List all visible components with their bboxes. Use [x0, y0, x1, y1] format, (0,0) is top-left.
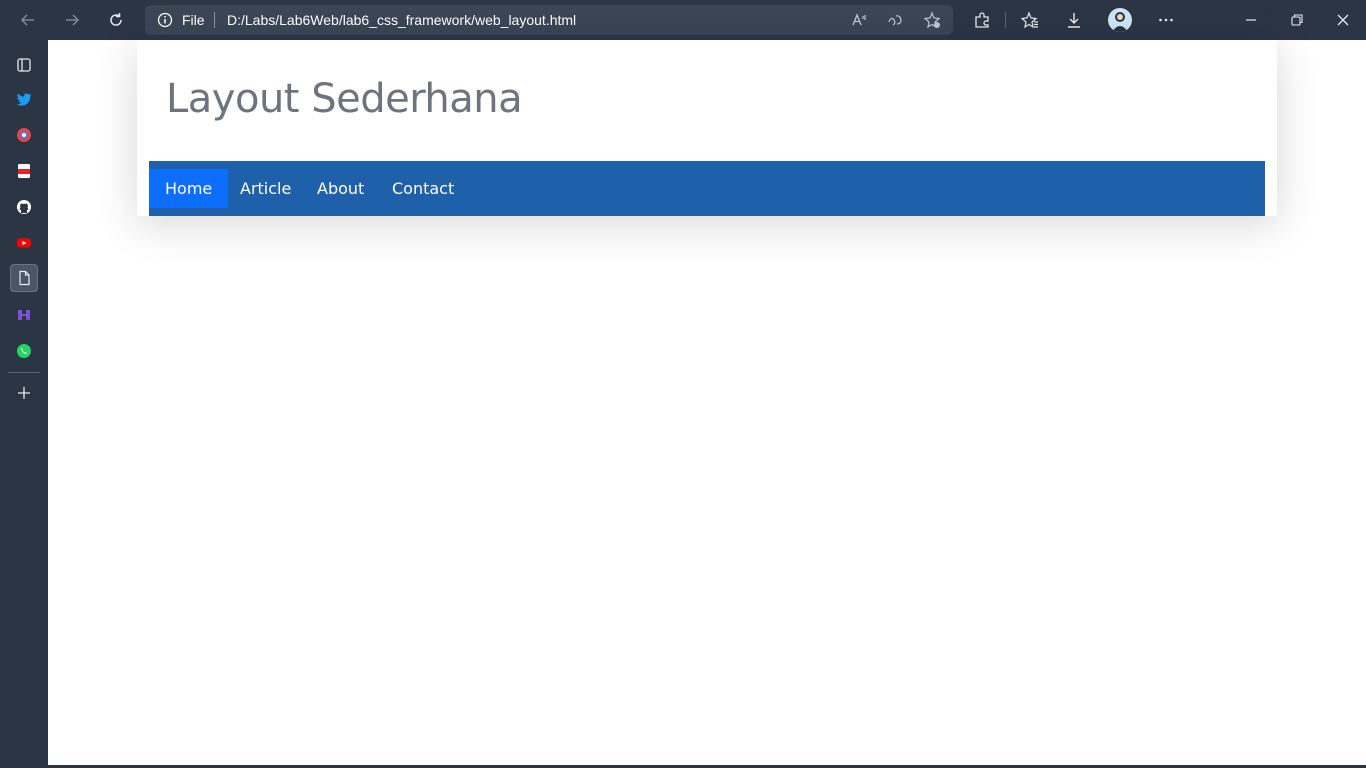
arrow-left-icon: [20, 14, 34, 26]
app-icon[interactable]: [10, 301, 38, 329]
twitter-icon[interactable]: [10, 85, 38, 113]
nav-contact[interactable]: Contact: [376, 169, 470, 208]
youtube-icon[interactable]: [10, 229, 38, 257]
downloads-button[interactable]: [1060, 6, 1088, 34]
read-aloud-icon[interactable]: [851, 11, 869, 29]
github-icon[interactable]: [10, 193, 38, 221]
close-button[interactable]: [1329, 6, 1357, 34]
puzzle-icon: [975, 12, 989, 28]
address-scheme-label: File: [182, 12, 205, 28]
back-button[interactable]: [14, 6, 42, 34]
minimize-icon: [1246, 19, 1256, 21]
more-button[interactable]: [1152, 6, 1180, 34]
document-icon[interactable]: [10, 264, 38, 292]
page-title: Layout Sederhana: [166, 76, 523, 122]
info-icon[interactable]: [157, 12, 173, 28]
download-icon: [1068, 13, 1080, 28]
sidebar-divider: [8, 372, 40, 373]
restore-icon: [1291, 14, 1303, 26]
arrow-right-icon: [66, 14, 80, 26]
site-container: Layout Sederhana Home Article About Cont…: [137, 40, 1277, 216]
translate-icon[interactable]: [887, 11, 905, 29]
minimize-button[interactable]: [1237, 6, 1265, 34]
close-icon: [1337, 14, 1349, 26]
tab-actions-icon[interactable]: [10, 51, 38, 79]
more-icon: [1159, 18, 1173, 22]
extensions-button[interactable]: [968, 6, 996, 34]
star-add-icon[interactable]: [923, 11, 941, 29]
pdf-icon[interactable]: [10, 157, 38, 185]
toolbar-divider: [1005, 12, 1006, 28]
nav-home[interactable]: Home: [149, 169, 229, 208]
refresh-button[interactable]: [102, 6, 130, 34]
address-separator: [214, 12, 215, 28]
favorites-button[interactable]: [1016, 6, 1044, 34]
favorites-icon: [1021, 11, 1038, 29]
whatsapp-icon[interactable]: [10, 337, 38, 365]
refresh-icon: [110, 13, 122, 26]
forward-button[interactable]: [58, 6, 86, 34]
address-bar[interactable]: File D:/Labs/Lab6Web/lab6_css_framework/…: [145, 5, 953, 35]
avatar[interactable]: [1108, 8, 1132, 32]
page-content: Layout Sederhana Home Article About Cont…: [48, 40, 1366, 768]
restore-button[interactable]: [1283, 6, 1311, 34]
navbar: Home Article About Contact: [149, 161, 1265, 216]
chrome-ext-icon[interactable]: [10, 121, 38, 149]
add-icon[interactable]: [10, 379, 38, 407]
browser-sidebar: [0, 40, 48, 768]
nav-article[interactable]: Article: [224, 169, 307, 208]
address-url[interactable]: D:/Labs/Lab6Web/lab6_css_framework/web_l…: [227, 12, 576, 28]
nav-about[interactable]: About: [301, 169, 380, 208]
browser-toolbar: File D:/Labs/Lab6Web/lab6_css_framework/…: [0, 0, 1366, 40]
